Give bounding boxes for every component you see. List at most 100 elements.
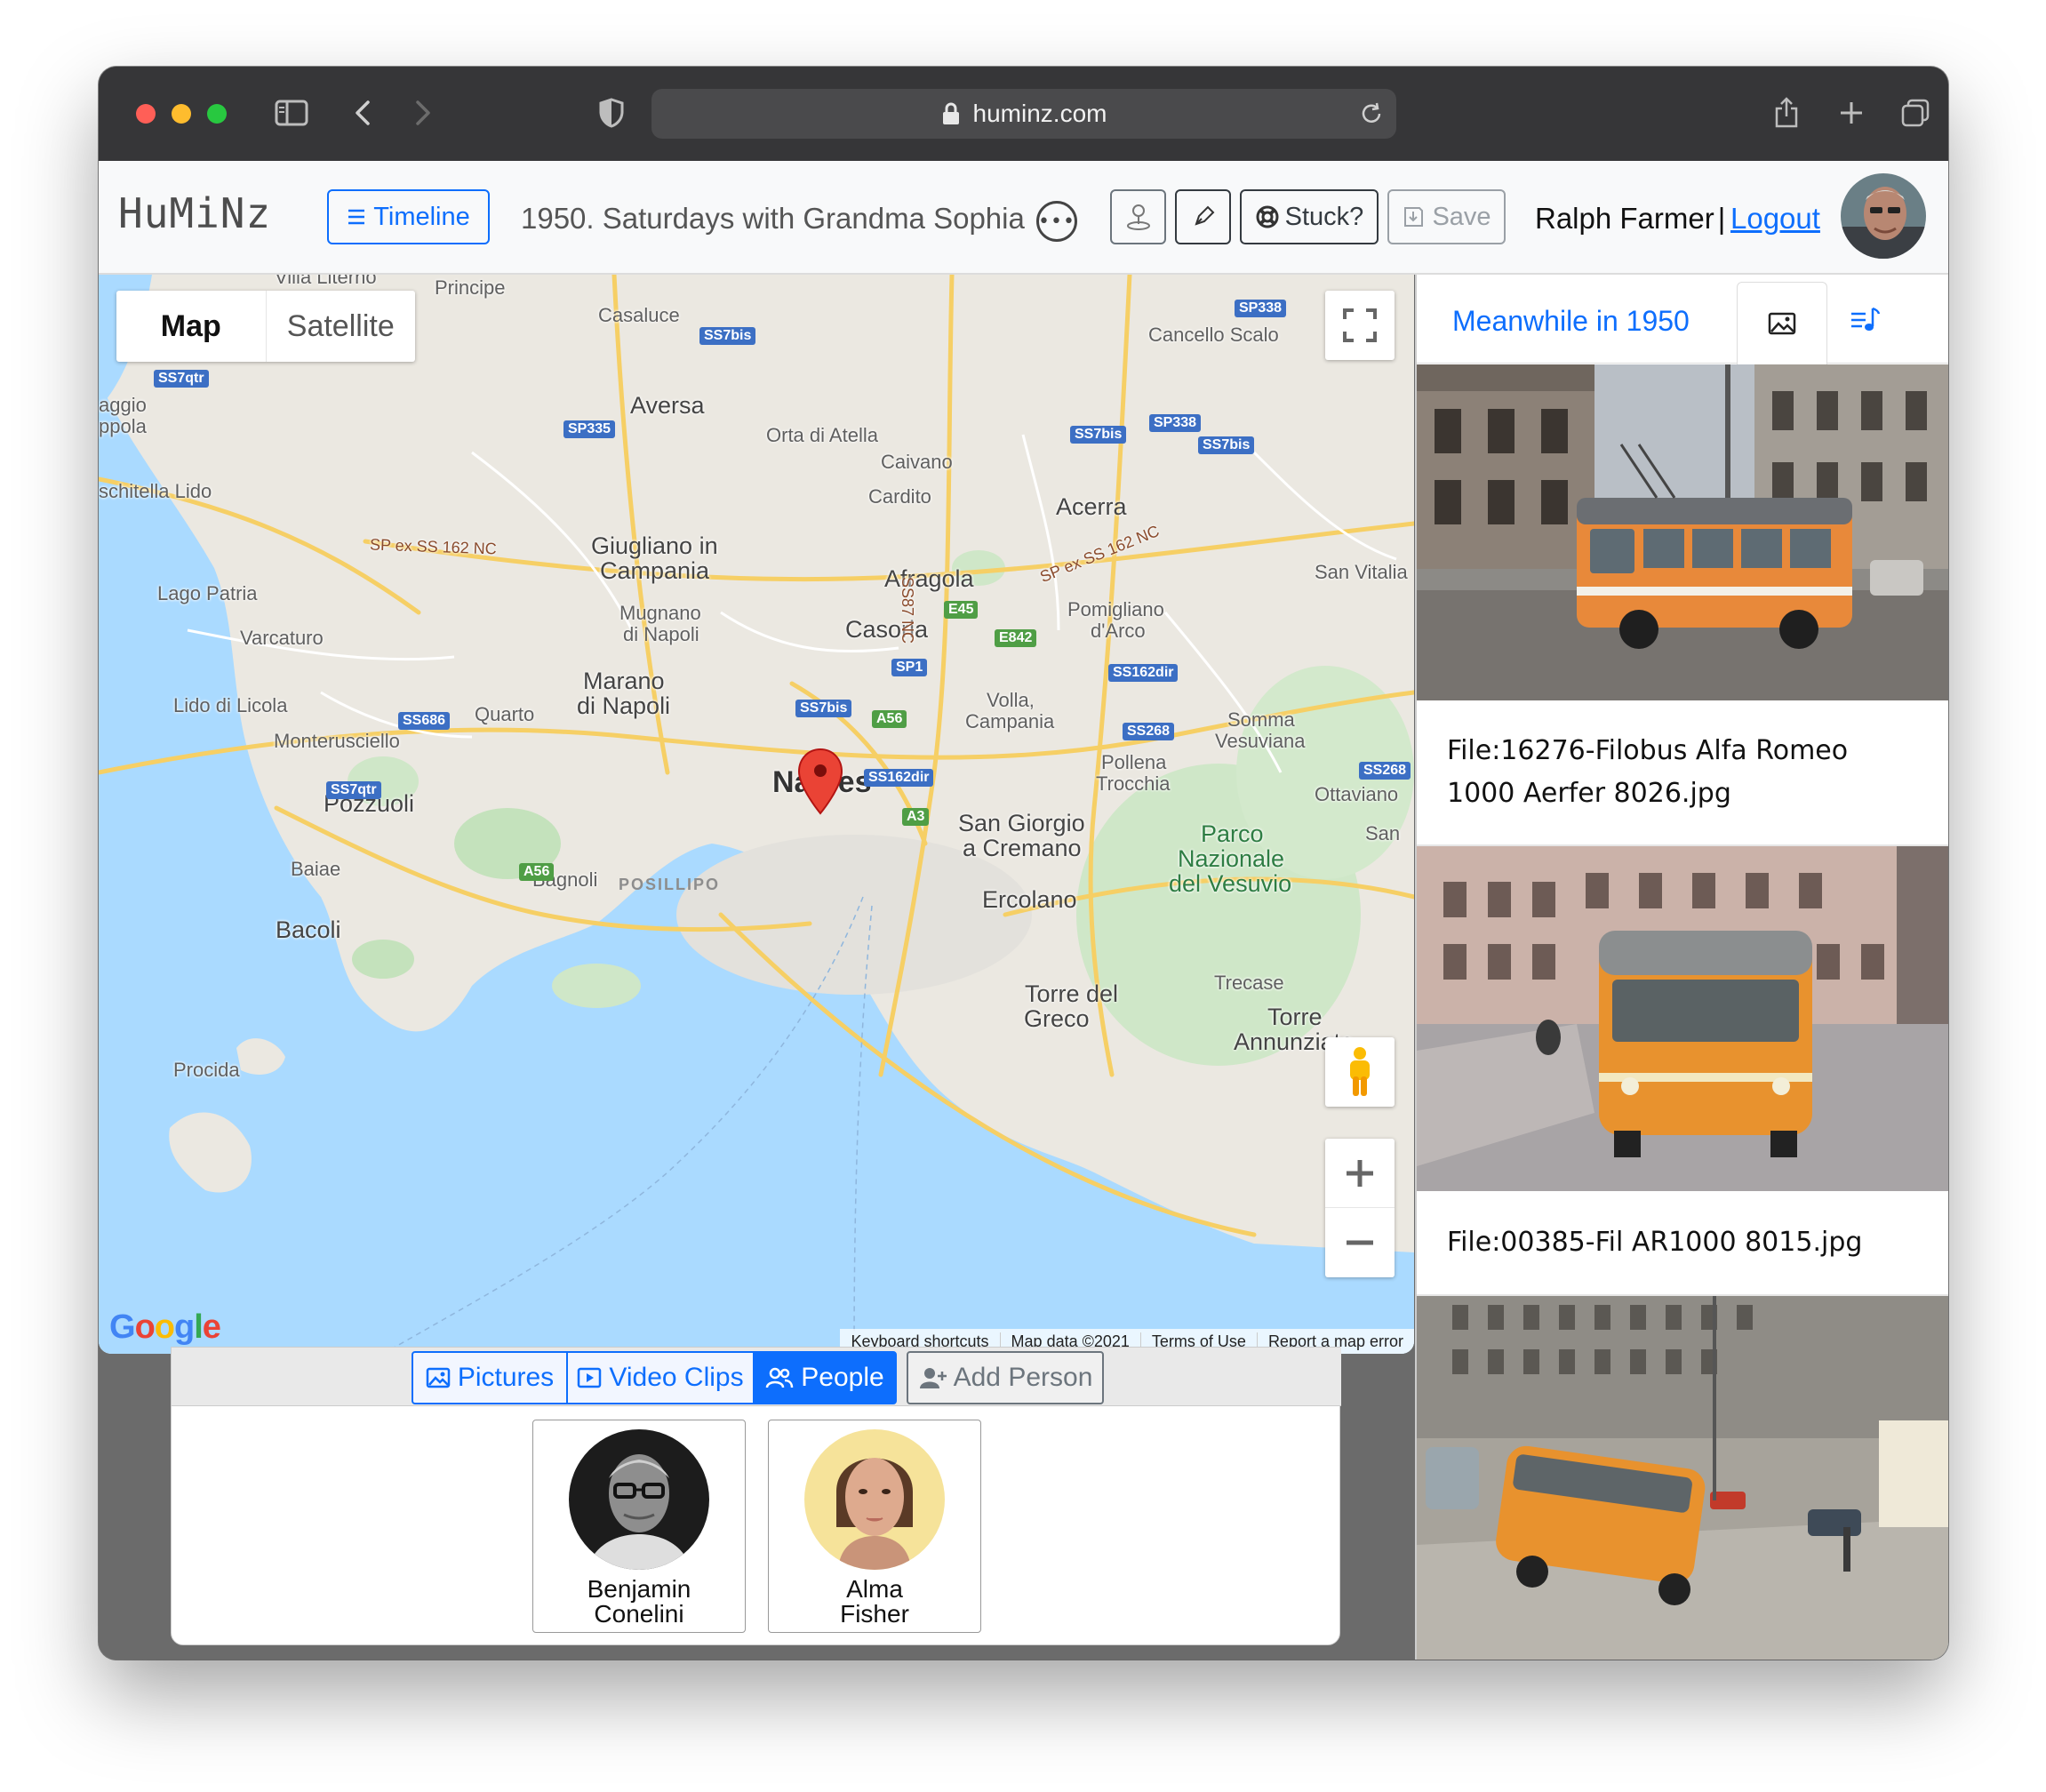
road-shield: SS162dir <box>1108 664 1179 682</box>
map-label: Villa Literno <box>275 275 377 288</box>
map-label: di Napoli <box>577 692 671 719</box>
map-label-park: Nazionale <box>1178 845 1285 872</box>
map-label: Somma <box>1227 708 1295 731</box>
road-shield: E842 <box>995 629 1037 647</box>
zoom-out-button[interactable] <box>1325 1208 1395 1277</box>
story-title: 1950. Saturdays with Grandma Sophia <box>521 202 1025 235</box>
road-shield: E45 <box>944 601 979 619</box>
tab-pictures[interactable]: Pictures <box>412 1351 568 1404</box>
map-label: a Cremano <box>963 835 1082 861</box>
map-label: Principe <box>435 276 506 299</box>
map-label: Campania <box>600 557 710 584</box>
app-header: HuMiNz Timeline 1950. Saturdays with Gra… <box>99 161 1948 275</box>
video-icon <box>578 1367 602 1388</box>
share-icon[interactable] <box>1767 93 1806 132</box>
minus-icon <box>1347 1240 1373 1245</box>
street-view-pegman-button[interactable] <box>1325 1037 1395 1107</box>
privacy-shield-icon[interactable] <box>592 93 631 132</box>
logout-link[interactable]: Logout <box>1730 202 1820 236</box>
map-label: Orta di Atella <box>766 424 878 446</box>
tab-images[interactable] <box>1737 282 1827 364</box>
road-shield: SP338 <box>1149 414 1202 432</box>
fullscreen-button[interactable] <box>1325 291 1395 360</box>
road-shield: SP335 <box>563 420 616 438</box>
tab-music[interactable] <box>1848 301 1883 337</box>
person-name: Benjamin Conelini <box>587 1575 691 1628</box>
map-label: Vesuviana <box>1215 730 1306 752</box>
map-label: Campania <box>965 710 1055 732</box>
map-label: Pomigliano <box>1067 598 1164 620</box>
timeline-label: Timeline <box>373 202 470 231</box>
map-label: Acerra <box>1056 493 1127 520</box>
map-label: Bacoli <box>276 916 341 943</box>
map-type-satellite-button[interactable]: Satellite <box>267 291 416 362</box>
user-avatar[interactable] <box>1841 173 1926 259</box>
reload-icon[interactable] <box>1352 94 1391 133</box>
road-shield: A56 <box>519 863 555 881</box>
timeline-button[interactable]: Timeline <box>327 189 490 244</box>
person-card[interactable]: Alma Fisher <box>768 1420 981 1633</box>
fullscreen-icon <box>1343 308 1377 342</box>
road-shield: SS7qtr <box>326 781 381 799</box>
browser-toolbar: huminz.com <box>99 67 1948 161</box>
add-person-button[interactable]: Add Person <box>907 1351 1104 1404</box>
road-shield: SS7bis <box>795 700 852 717</box>
map-label-park: Parco <box>1201 820 1264 847</box>
map-label: aggio <box>99 394 147 416</box>
image-icon <box>426 1367 451 1388</box>
tab-meanwhile[interactable]: Meanwhile in 1950 <box>1452 305 1690 338</box>
close-window-button[interactable] <box>136 104 156 124</box>
map-label: Casaluce <box>598 304 680 326</box>
map-label: Torre <box>1267 1004 1323 1030</box>
forward-icon[interactable] <box>404 93 443 132</box>
map-label: Giugliano in <box>591 532 718 559</box>
google-logo[interactable]: Google <box>109 1308 221 1347</box>
map-label: POSILLIPO <box>619 876 721 893</box>
map-label: Lago Patria <box>157 582 258 604</box>
location-marker-icon[interactable] <box>797 748 843 819</box>
map-label: Monterusciello <box>274 730 400 752</box>
back-icon[interactable] <box>343 93 382 132</box>
meanwhile-photo[interactable] <box>1417 364 1948 700</box>
map-label: Greco <box>1024 1005 1090 1032</box>
map-type-map-button[interactable]: Map <box>116 291 267 362</box>
save-button[interactable]: Save <box>1387 189 1506 244</box>
map-label: Torre del <box>1025 980 1119 1007</box>
stuck-button[interactable]: Stuck? <box>1240 189 1379 244</box>
tab-video-clips-label: Video Clips <box>609 1363 744 1392</box>
more-options-icon[interactable]: ••• <box>1036 201 1077 242</box>
logo[interactable]: HuMiNz <box>118 189 271 237</box>
zoom-window-button[interactable] <box>207 104 227 124</box>
map-label: Pollena <box>1101 751 1167 773</box>
road-shield: SP338 <box>1235 300 1287 317</box>
map-label: Ottaviano <box>1315 783 1399 805</box>
lifebuoy-icon <box>1256 205 1279 228</box>
edit-button[interactable] <box>1175 189 1231 244</box>
new-tab-icon[interactable] <box>1832 93 1871 132</box>
map-label: Caivano <box>881 451 953 473</box>
road-shield: SS7qtr <box>154 370 209 388</box>
tab-overview-icon[interactable] <box>1896 93 1935 132</box>
pen-icon <box>1194 205 1214 226</box>
minimize-window-button[interactable] <box>172 104 191 124</box>
address-bar[interactable]: huminz.com <box>651 89 1396 139</box>
stuck-label: Stuck? <box>1284 202 1364 231</box>
road-shield: SS268 <box>1359 762 1411 780</box>
tab-video-clips[interactable]: Video Clips <box>566 1351 755 1404</box>
road-shield: SS686 <box>398 712 451 730</box>
meanwhile-photo[interactable] <box>1417 1296 1948 1660</box>
map-view[interactable]: Villa Literno Principe Casaluce Cancello… <box>99 275 1414 1354</box>
person-card[interactable]: Benjamin Conelini <box>532 1420 746 1633</box>
meanwhile-panel: Meanwhile in 1950 File:16276-Filobus Alf… <box>1415 275 1948 1660</box>
meanwhile-photo[interactable] <box>1417 846 1948 1191</box>
sidebar-toggle-icon[interactable] <box>272 93 311 132</box>
user-name: Ralph Farmer | <box>1535 202 1726 235</box>
map-label: Volla, <box>987 689 1035 711</box>
tab-people[interactable]: People <box>753 1351 897 1404</box>
location-button[interactable] <box>1110 189 1166 244</box>
map-label: Aversa <box>630 392 705 419</box>
map-label: schitella Lido <box>99 480 212 502</box>
zoom-in-button[interactable] <box>1325 1139 1395 1208</box>
road-shield: SP1 <box>891 659 928 676</box>
map-type-control: Map Satellite <box>116 291 415 362</box>
